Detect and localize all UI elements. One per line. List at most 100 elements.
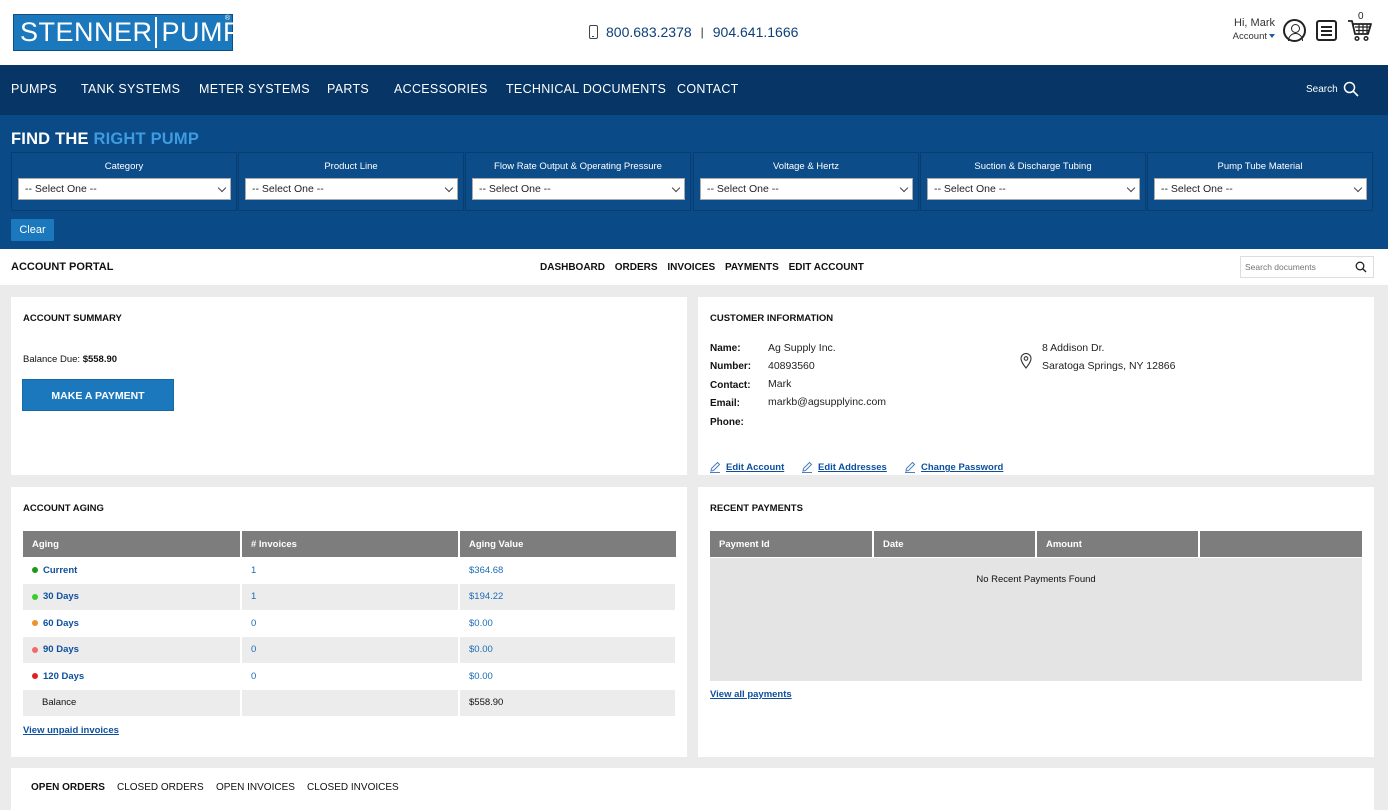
filter-select-flow-rate[interactable]: -- Select One -- [472,178,685,200]
table-row: 30 Days 1 $194.22 [23,583,677,610]
tab-edit-account[interactable]: EDIT ACCOUNT [789,262,864,273]
make-payment-button[interactable]: MAKE A PAYMENT [22,379,174,411]
filter-tubing: Suction & Discharge Tubing -- Select One… [920,152,1146,211]
filter-select-category[interactable]: -- Select One -- [18,178,231,200]
invoice-count-link[interactable]: 0 [251,644,256,655]
greeting: Hi, Mark [1234,17,1275,29]
filter-label: Category [104,161,144,172]
filter-label: Product Line [324,161,378,172]
filter-label: Flow Rate Output & Operating Pressure [494,161,662,172]
phone-number-2[interactable]: 904.641.1666 [713,24,799,40]
edit-addresses-link[interactable]: Edit Addresses [818,462,887,473]
email-label: Email: [710,398,741,409]
recent-payments-panel: RECENT PAYMENTS Payment Id Date Amount N… [698,487,1374,757]
tab-invoices[interactable]: INVOICES [667,262,715,273]
status-dot-icon [32,567,38,574]
document-search [1240,256,1374,278]
filter-flow-rate: Flow Rate Output & Operating Pressure --… [465,152,691,211]
account-menu[interactable]: Hi, Mark Account [1229,16,1275,44]
search-icon[interactable] [1343,81,1359,97]
name-label: Name: [710,343,741,354]
tab-closed-orders[interactable]: CLOSED ORDERS [117,782,204,793]
nav-item-technical-documents[interactable]: TECHNICAL DOCUMENTS [506,82,666,96]
balance-due: Balance Due: $558.90 [23,354,117,365]
balance-label: Balance [23,689,242,716]
stenner-logo[interactable]: STENNER PUMPS ® [13,14,260,51]
tab-orders[interactable]: ORDERS [615,262,658,273]
invoice-count-link[interactable]: 0 [251,618,256,629]
main-nav: PUMPS TANK SYSTEMS METER SYSTEMS PARTS A… [0,65,1388,115]
chevron-down-icon [1353,183,1363,193]
aging-value-link[interactable]: $194.22 [469,591,503,602]
search-icon[interactable] [1355,261,1367,273]
filter-select-voltage[interactable]: -- Select One -- [700,178,913,200]
view-unpaid-invoices-link[interactable]: View unpaid invoices [23,725,119,736]
filter-select-product-line[interactable]: -- Select One -- [245,178,458,200]
user-icon[interactable] [1283,19,1306,42]
search-documents-input[interactable] [1241,257,1351,277]
nav-item-tank-systems[interactable]: TANK SYSTEMS [81,82,180,96]
column-header [1199,531,1362,557]
balance-due-value: $558.90 [82,354,118,365]
nav-item-meter-systems[interactable]: METER SYSTEMS [199,82,310,96]
account-dropdown[interactable]: Account [1229,30,1275,44]
filter-label: Voltage & Hertz [772,161,839,172]
aging-value-link[interactable]: $364.68 [469,565,503,576]
aging-table: Aging # Invoices Aging Value Current 1 $… [23,531,677,716]
invoice-count-link[interactable]: 1 [251,591,256,602]
nav-item-contact[interactable]: CONTACT [677,82,739,96]
tab-dashboard[interactable]: DASHBOARD [540,262,605,273]
no-payments-message: No Recent Payments Found [976,574,1096,585]
column-header: Aging [23,531,242,557]
status-dot-icon [32,620,38,627]
aging-bucket-link[interactable]: 60 Days [43,618,79,629]
aging-bucket-link[interactable]: 90 Days [43,644,79,655]
customer-contact: Mark [768,378,792,390]
column-header: Payment Id [710,531,874,557]
invoice-count-link[interactable]: 0 [251,671,256,682]
aging-value-link[interactable]: $0.00 [469,671,493,682]
tab-closed-invoices[interactable]: CLOSED INVOICES [307,782,399,793]
payments-empty-body: No Recent Payments Found [710,558,1362,681]
aging-value-link[interactable]: $0.00 [469,618,493,629]
tab-open-invoices[interactable]: OPEN INVOICES [216,782,295,793]
nav-item-parts[interactable]: PARTS [327,82,369,96]
filter-category: Category -- Select One -- [11,152,237,211]
filter-select-tubing[interactable]: -- Select One -- [927,178,1140,200]
invoice-count-link[interactable]: 1 [251,565,256,576]
nav-item-pumps[interactable]: PUMPS [11,82,57,96]
tab-open-orders[interactable]: OPEN ORDERS [31,782,105,793]
tab-payments[interactable]: PAYMENTS [725,262,779,273]
aging-bucket-link[interactable]: 30 Days [43,591,79,602]
filter-voltage: Voltage & Hertz -- Select One -- [693,152,919,211]
aging-value-link[interactable]: $0.00 [469,644,493,655]
nav-item-accessories[interactable]: ACCESSORIES [394,82,488,96]
change-password-link[interactable]: Change Password [921,462,1003,473]
documents-tabs-panel: OPEN ORDERS CLOSED ORDERS OPEN INVOICES … [11,768,1374,810]
edit-account-link[interactable]: Edit Account [726,462,784,473]
filter-product-line: Product Line -- Select One -- [238,152,464,211]
status-dot-icon [32,673,38,680]
status-dot-icon [32,593,38,600]
aging-bucket-link[interactable]: 120 Days [43,671,84,682]
clear-button[interactable]: Clear [11,219,54,241]
chevron-down-icon [1126,183,1136,193]
cart-icon[interactable] [1347,18,1373,42]
phone-number-1[interactable]: 800.683.2378 [606,24,692,40]
phone-numbers: 800.683.2378 | 904.641.1666 [589,22,798,42]
nav-search-label[interactable]: Search [1306,84,1338,95]
pump-finder: FIND THE RIGHT PUMP Category -- Select O… [0,115,1388,249]
balance-value: $558.90 [459,689,677,716]
list-icon[interactable] [1316,20,1337,41]
phone-icon [589,25,598,39]
view-all-payments-link[interactable]: View all payments [710,689,792,700]
chevron-down-icon [444,183,454,193]
filter-select-tube-material[interactable]: -- Select One -- [1154,178,1367,200]
aging-bucket-link[interactable]: Current [43,565,77,576]
column-header: Amount [1036,531,1200,557]
filter-label: Suction & Discharge Tubing [974,161,1092,172]
column-header: Aging Value [459,531,676,557]
portal-title: ACCOUNT PORTAL [11,261,114,273]
finder-title: FIND THE RIGHT PUMP [11,130,199,149]
address-line-1: 8 Addison Dr. [1042,342,1105,354]
